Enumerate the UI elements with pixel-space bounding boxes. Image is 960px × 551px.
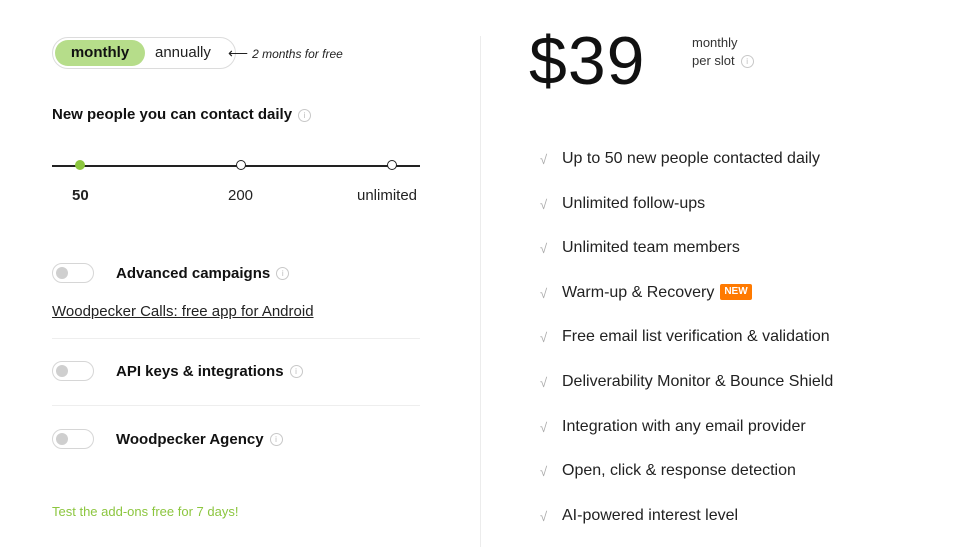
info-icon[interactable]: i — [740, 55, 754, 69]
info-icon[interactable]: i — [276, 266, 290, 280]
slider-stop-200[interactable] — [236, 160, 246, 170]
feature-item: √ Deliverability Monitor & Bounce Shield — [540, 372, 834, 390]
toggle-knob — [56, 433, 68, 445]
checkmark-icon: √ — [540, 374, 548, 390]
toggle-knob — [56, 365, 68, 377]
new-badge: NEW — [720, 283, 752, 300]
billing-toggle[interactable]: monthly annually — [52, 37, 236, 69]
info-icon[interactable]: i — [298, 108, 312, 122]
checkmark-icon: √ — [540, 330, 548, 346]
slider-label-200: 200 — [228, 187, 254, 204]
feature-item: √ Unlimited team members — [540, 239, 740, 257]
price-period-line2: per slot i — [692, 52, 754, 70]
contacts-slider[interactable] — [52, 158, 420, 174]
price-period-line1: monthly — [692, 35, 738, 50]
advanced-campaigns-toggle[interactable] — [52, 263, 94, 283]
addon-label: Woodpecker Agency — [116, 430, 264, 448]
checkmark-icon: √ — [540, 464, 548, 480]
addon-agency: Woodpecker Agency i — [52, 428, 283, 450]
checkmark-icon: √ — [540, 508, 548, 524]
info-icon[interactable]: i — [269, 432, 283, 446]
feature-item: √ Unlimited follow-ups — [540, 194, 706, 212]
feature-item: √ Warm-up & Recovery NEW — [540, 283, 833, 329]
divider — [52, 338, 420, 339]
price-amount: $39 — [529, 23, 646, 99]
checkmark-icon: √ — [540, 196, 548, 212]
checkmark-icon: √ — [540, 285, 548, 301]
slider-label-unlimited: unlimited — [357, 187, 418, 204]
agency-toggle[interactable] — [52, 429, 94, 449]
toggle-knob — [56, 267, 68, 279]
slider-stop-50[interactable] — [75, 160, 85, 170]
feature-list: √ Up to 50 new people contacted daily √ Un… — [540, 150, 833, 551]
feature-item: √ Up to 50 new people contacted daily — [540, 150, 820, 167]
feature-item: √ AI-powered interest level — [540, 506, 739, 524]
feature-item: √ Free email list verification & validati… — [540, 328, 830, 346]
slider-label-50: 50 — [72, 187, 89, 204]
promo-text: 2 months for free — [252, 46, 343, 61]
addon-label: API keys & integrations — [116, 362, 284, 380]
contacts-heading-text: New people you can contact daily — [52, 106, 293, 123]
feature-item: √ Open, click & response detection — [540, 462, 796, 480]
billing-monthly-option[interactable]: monthly — [55, 40, 145, 66]
arrow-left-icon: ⟵ — [228, 45, 249, 61]
addons-trial-note: Test the add-ons free for 7 days! — [52, 504, 239, 519]
info-icon[interactable]: i — [289, 364, 303, 378]
annual-promo-note: ⟵ 2 months for free — [228, 45, 343, 62]
billing-annually-option[interactable]: annually — [155, 40, 233, 66]
contacts-heading: New people you can contact daily i — [52, 106, 312, 123]
checkmark-icon: √ — [540, 419, 548, 435]
configurator-panel: monthly annually ⟵ 2 months for free New… — [0, 0, 480, 547]
feature-item: √ Integration with any email provider — [540, 417, 806, 435]
slider-stop-unlimited[interactable] — [387, 160, 397, 170]
addon-api-keys: API keys & integrations i — [52, 360, 303, 382]
pricing-panel: $39 monthly per slot i √ Up to 50 new peop… — [481, 0, 960, 547]
api-keys-toggle[interactable] — [52, 361, 94, 381]
price-period: monthly per slot i — [692, 34, 754, 70]
checkmark-icon: √ — [540, 152, 548, 167]
addon-label: Advanced campaigns — [116, 264, 271, 282]
android-app-link[interactable]: Woodpecker Calls: free app for Android — [52, 303, 314, 320]
divider — [52, 405, 420, 406]
checkmark-icon: √ — [540, 241, 548, 257]
addon-advanced-campaigns: Advanced campaigns i — [52, 262, 290, 284]
